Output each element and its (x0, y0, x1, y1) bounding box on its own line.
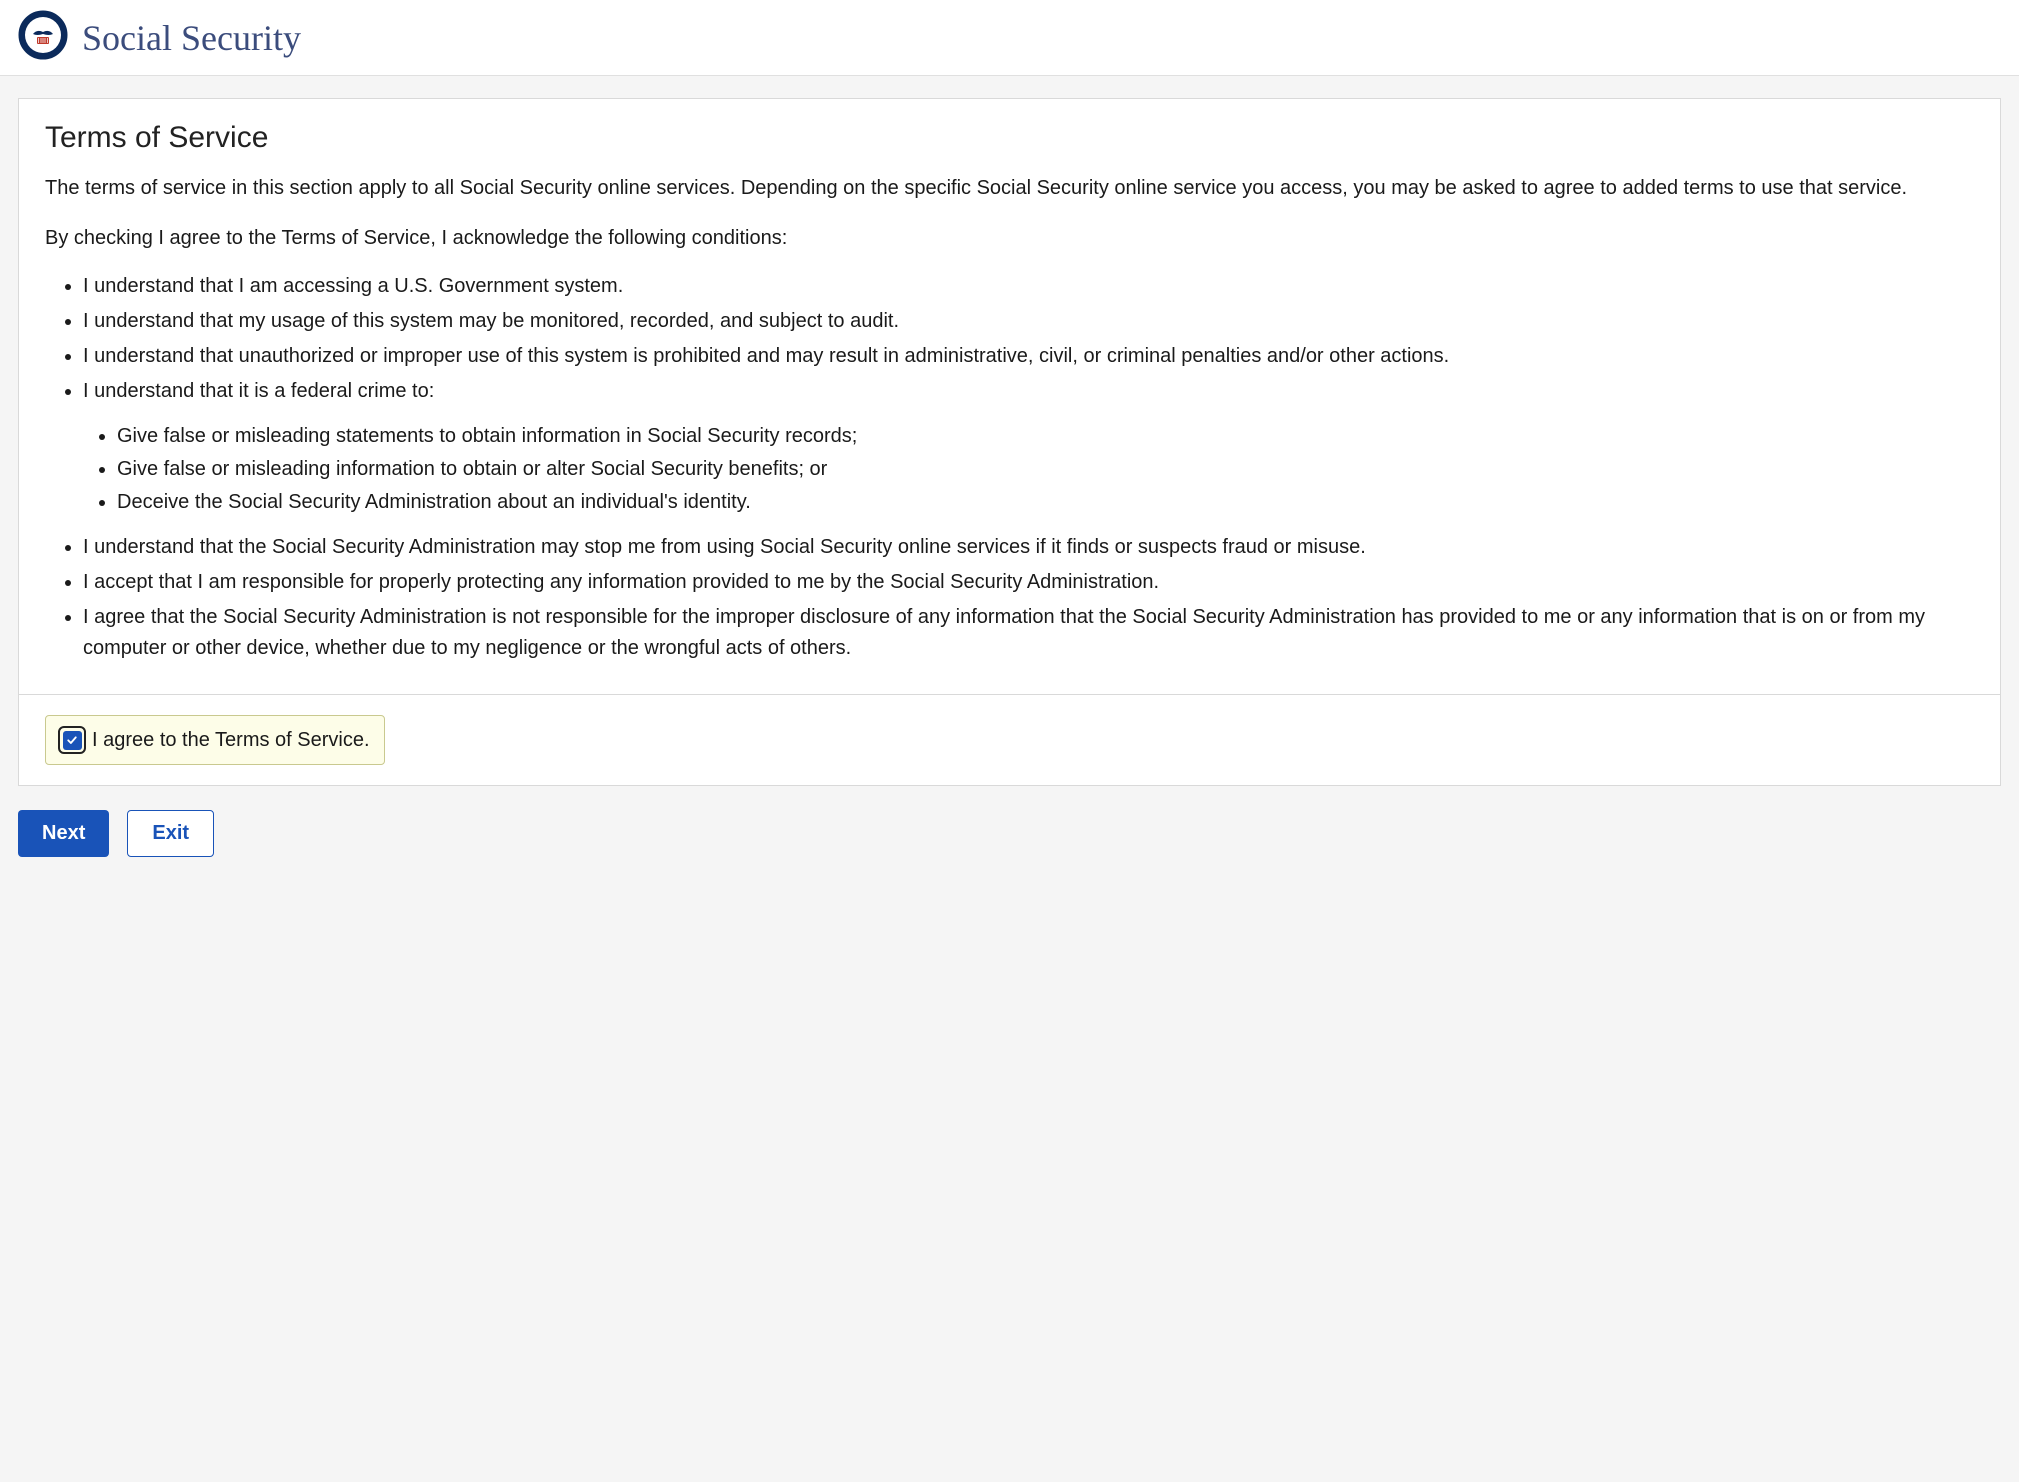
condition-text: I understand that it is a federal crime … (83, 380, 434, 402)
condition-item: I understand that it is a federal crime … (83, 376, 1974, 518)
site-header: Social Security (0, 0, 2019, 76)
agree-checkbox-container[interactable]: I agree to the Terms of Service. (45, 715, 385, 765)
condition-item: I understand that I am accessing a U.S. … (83, 271, 1974, 302)
agree-label: I agree to the Terms of Service. (92, 729, 370, 752)
crime-sublist: Give false or misleading statements to o… (83, 421, 1974, 518)
terms-card: Terms of Service The terms of service in… (18, 98, 2001, 786)
condition-item: I understand that the Social Security Ad… (83, 532, 1974, 563)
page-title: Terms of Service (45, 121, 1974, 155)
terms-intro: The terms of service in this section app… (45, 173, 1974, 203)
condition-item: I agree that the Social Security Adminis… (83, 602, 1974, 664)
ssa-seal-icon (18, 10, 68, 65)
crime-item: Give false or misleading statements to o… (117, 421, 1974, 452)
terms-footer: I agree to the Terms of Service. (19, 695, 2000, 785)
condition-item: I understand that unauthorized or improp… (83, 341, 1974, 372)
exit-button[interactable]: Exit (127, 810, 214, 857)
main-container: Terms of Service The terms of service in… (0, 76, 2019, 887)
conditions-intro: By checking I agree to the Terms of Serv… (45, 223, 1974, 253)
terms-body: Terms of Service The terms of service in… (19, 99, 2000, 695)
crime-item: Deceive the Social Security Administrati… (117, 487, 1974, 518)
brand-title: Social Security (82, 17, 301, 59)
conditions-list: I understand that I am accessing a U.S. … (45, 271, 1974, 664)
condition-item: I accept that I am responsible for prope… (83, 567, 1974, 598)
condition-item: I understand that my usage of this syste… (83, 306, 1974, 337)
checkbox-checked-icon (63, 731, 82, 750)
button-row: Next Exit (18, 786, 2001, 857)
next-button[interactable]: Next (18, 810, 109, 857)
agree-checkbox[interactable] (58, 726, 86, 754)
crime-item: Give false or misleading information to … (117, 454, 1974, 485)
